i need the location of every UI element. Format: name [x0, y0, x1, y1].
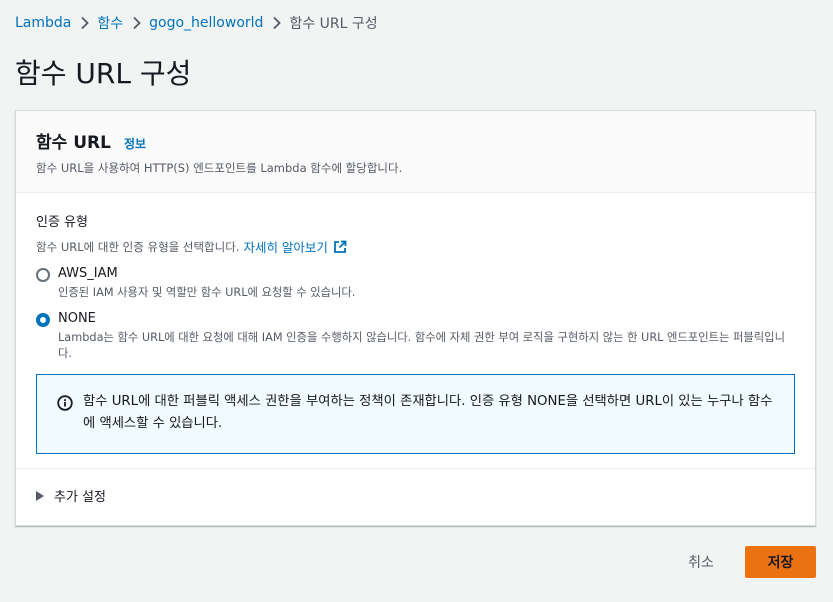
function-url-panel: 함수 URL 정보 함수 URL을 사용하여 HTTP(S) 엔드포인트를 La…	[15, 110, 816, 526]
panel-body: 인증 유형 함수 URL에 대한 인증 유형을 선택합니다. 자세히 알아보기	[16, 193, 815, 505]
page: Lambda 함수 gogo_helloworld 함수 URL 구성 함수 U…	[0, 0, 833, 602]
info-alert-text: 함수 URL에 대한 퍼블릭 액세스 권한을 부여하는 정책이 존재합니다. 인…	[83, 394, 773, 431]
additional-settings-label[interactable]: 추가 설정	[54, 486, 106, 505]
radio-option-aws-iam[interactable]: AWS_IAM 인증된 IAM 사용자 및 역할만 함수 URL에 요청할 수 …	[36, 266, 795, 301]
info-icon	[57, 395, 73, 411]
info-alert: 함수 URL에 대한 퍼블릭 액세스 권한을 부여하는 정책이 존재합니다. 인…	[36, 374, 795, 454]
info-link[interactable]: 정보	[124, 135, 146, 152]
save-button[interactable]: 저장	[745, 546, 816, 578]
caret-right-icon[interactable]	[36, 490, 44, 501]
cancel-button[interactable]: 취소	[670, 546, 732, 578]
auth-type-description-text: 함수 URL에 대한 인증 유형을 선택합니다.	[36, 239, 240, 254]
additional-settings-expander[interactable]: 추가 설정	[36, 469, 795, 505]
breadcrumb-current: 함수 URL 구성	[289, 16, 378, 32]
chevron-right-icon	[71, 16, 97, 30]
chevron-right-icon	[263, 16, 289, 30]
external-link-icon	[333, 240, 347, 254]
chevron-right-icon	[123, 16, 149, 30]
auth-type-description: 함수 URL에 대한 인증 유형을 선택합니다. 자세히 알아보기	[36, 237, 795, 256]
radio-aws-iam[interactable]	[36, 268, 50, 282]
learn-more-link[interactable]: 자세히 알아보기	[243, 237, 347, 256]
breadcrumb: Lambda 함수 gogo_helloworld 함수 URL 구성	[15, 13, 378, 33]
auth-type-label: 인증 유형	[36, 215, 88, 230]
breadcrumb-function-name[interactable]: gogo_helloworld	[149, 15, 263, 31]
radio-aws-iam-label[interactable]: AWS_IAM	[58, 266, 798, 281]
panel-title: 함수 URL	[36, 133, 111, 153]
panel-header: 함수 URL 정보 함수 URL을 사용하여 HTTP(S) 엔드포인트를 La…	[16, 111, 815, 193]
radio-none-description: Lambda는 함수 URL에 대한 요청에 대해 IAM 인증을 수행하지 않…	[58, 331, 785, 360]
learn-more-label[interactable]: 자세히 알아보기	[243, 237, 327, 256]
panel-description: 함수 URL을 사용하여 HTTP(S) 엔드포인트를 Lambda 함수에 할…	[36, 161, 403, 175]
breadcrumb-lambda[interactable]: Lambda	[15, 15, 71, 31]
radio-none-label[interactable]: NONE	[58, 311, 798, 326]
breadcrumb-functions[interactable]: 함수	[97, 13, 123, 33]
page-title: 함수 URL 구성	[15, 57, 192, 90]
radio-option-none[interactable]: NONE Lambda는 함수 URL에 대한 요청에 대해 IAM 인증을 수…	[36, 311, 795, 362]
radio-none[interactable]	[36, 313, 50, 327]
radio-aws-iam-description: 인증된 IAM 사용자 및 역할만 함수 URL에 요청할 수 있습니다.	[58, 286, 356, 299]
